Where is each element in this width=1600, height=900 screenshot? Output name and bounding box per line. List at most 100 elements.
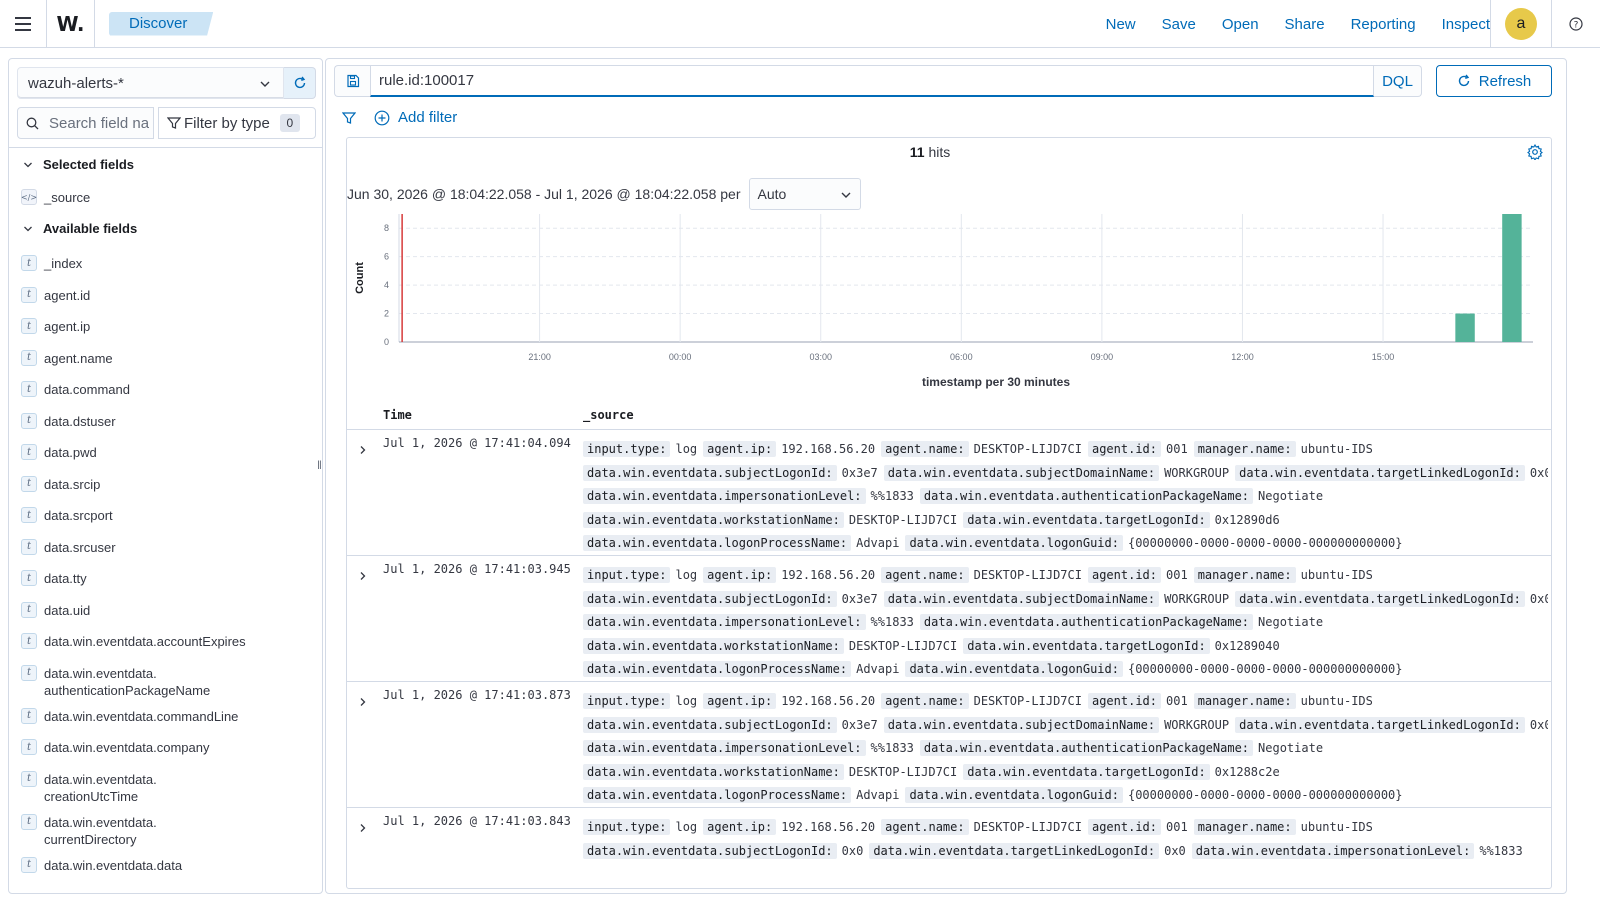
source-field-key: data.win.eventdata.subjectLogonId: (583, 590, 837, 607)
source-field-value: DESKTOP-LIJD7CI (973, 442, 1082, 456)
available-field-item[interactable]: t agent.id (21, 286, 90, 304)
nav-new[interactable]: New (1106, 16, 1136, 33)
source-field-key: data.win.eventdata.authenticationPackage… (919, 488, 1254, 504)
help-button[interactable]: ? (1552, 0, 1600, 48)
source-field-key: agent.name: (881, 693, 969, 709)
source-field-pair: data.win.eventdata.authenticationPackage… (919, 740, 1323, 756)
source-field-value: 0x0 (841, 843, 864, 858)
source-field-value: WORKGROUP (1164, 591, 1230, 606)
column-header-source[interactable]: _source (583, 408, 634, 422)
x-tick-label: 15:00 (1372, 352, 1395, 362)
index-refresh-button[interactable] (284, 67, 316, 99)
string-type-icon: t (21, 538, 37, 555)
y-tick-label: 4 (384, 280, 389, 290)
source-field-key: manager.name: (1193, 567, 1296, 583)
source-line: data.win.eventdata.impersonationLevel:%%… (583, 611, 1548, 635)
source-field-value: %%1833 (1479, 843, 1523, 858)
nav-open[interactable]: Open (1222, 16, 1259, 33)
chevron-down-icon (260, 81, 270, 87)
breadcrumb-discover[interactable]: Discover (109, 11, 214, 36)
available-field-item[interactable]: t agent.name (21, 349, 113, 367)
available-field-item[interactable]: t data.win.eventdata.company (21, 739, 210, 756)
source-field-key: data.win.eventdata.impersonationLevel: (583, 740, 866, 756)
source-field-value: {00000000-0000-0000-0000-000000000000} (1127, 662, 1403, 676)
query-language-toggle[interactable]: DQL (1374, 65, 1422, 97)
source-field-pair: data.win.eventdata.authenticationPackage… (919, 488, 1323, 504)
available-field-item[interactable]: t data.srcport (21, 507, 113, 524)
field-name: agent.id (44, 287, 90, 304)
available-field-item[interactable]: t data.win.eventdata.data (21, 856, 182, 874)
chart-options-button[interactable] (1527, 143, 1543, 163)
available-field-item[interactable]: t data.pwd (21, 444, 97, 461)
field-name: _index (44, 255, 82, 272)
source-field-key: agent.ip: (703, 819, 777, 835)
avatar[interactable]: a (1505, 8, 1537, 40)
source-field-value: 0x0 (1529, 717, 1548, 732)
available-field-item[interactable]: t agent.ip (21, 318, 90, 335)
sidebar-divider (9, 147, 322, 148)
field-name: _source (44, 190, 91, 205)
saved-query-button[interactable] (334, 65, 370, 97)
source-field-pair: input.type: log (583, 693, 697, 709)
source-field-key: data.win.eventdata.subjectLogonId: (583, 716, 837, 733)
source-field-pair: data.win.eventdata.logonProcessName: Adva… (583, 661, 899, 677)
available-field-item[interactable]: t data.win.eventdata. authenticationPackag… (21, 664, 210, 699)
save-icon (346, 74, 359, 88)
field-name: data.win.eventdata.commandLine (44, 708, 238, 725)
field-search-row: Search field names Filter by type 0 (17, 107, 316, 139)
expand-row-button[interactable] (355, 694, 371, 710)
row-timestamp: Jul 1, 2026 @ 17:41:03.873 (383, 688, 571, 702)
filter-icon[interactable] (342, 111, 356, 125)
available-field-item[interactable]: t data.uid (21, 601, 90, 619)
source-field-pair: agent.name: DESKTOP-LIJD7CI (881, 441, 1082, 457)
available-field-item[interactable]: t data.command (21, 381, 130, 398)
user-menu[interactable]: a (1490, 0, 1552, 48)
available-field-item[interactable]: t data.srcuser (21, 538, 116, 556)
filter-icon (167, 117, 181, 129)
expand-row-button[interactable] (355, 568, 371, 584)
nav-reporting[interactable]: Reporting (1351, 16, 1416, 33)
available-field-item[interactable]: t data.win.eventdata. creationUtcTime (21, 770, 157, 805)
source-line: data.win.eventdata.workstationName: DESKT… (583, 635, 1548, 659)
available-field-item[interactable]: t data.win.eventdata.accountExpires (21, 633, 246, 650)
selected-fields-toggle[interactable]: Selected fields (23, 157, 134, 172)
source-line: input.type: log agent.ip: 192.168.56.20 agen… (583, 438, 1548, 462)
string-type-icon: t (21, 318, 37, 334)
field-name: agent.ip (44, 318, 90, 335)
expand-row-button[interactable] (355, 442, 371, 458)
available-field-item[interactable]: t data.win.eventdata.commandLine (21, 707, 238, 725)
row-source: input.type: log agent.ip: 192.168.56.20 agen… (583, 438, 1548, 556)
source-field-value: Advapi (856, 536, 900, 550)
nav-save[interactable]: Save (1162, 16, 1196, 33)
source-field-value: %%1833 (870, 741, 914, 755)
nav-share[interactable]: Share (1285, 16, 1325, 33)
menu-toggle-button[interactable] (0, 0, 47, 48)
refresh-button[interactable]: Refresh (1436, 65, 1552, 97)
index-pattern-select[interactable]: wazuh-alerts-* (17, 67, 284, 99)
results-table-body: Jul 1, 2026 @ 17:41:04.094 input.type: log… (347, 430, 1551, 888)
add-filter-button[interactable]: Add filter (374, 109, 457, 126)
available-fields-toggle[interactable]: Available fields (23, 221, 137, 236)
field-name: data.srcport (44, 507, 113, 524)
column-header-time[interactable]: Time (383, 408, 412, 422)
source-field-pair: agent.ip: 192.168.56.20 (703, 693, 875, 709)
source-line: input.type: log agent.ip: 192.168.56.20 agen… (583, 816, 1548, 840)
available-field-item[interactable]: t data.dstuser (21, 412, 116, 430)
field-search-input[interactable]: Search field names (17, 107, 154, 139)
filter-by-type-button[interactable]: Filter by type 0 (158, 107, 316, 139)
field-name-part: data.srcport (44, 508, 113, 523)
source-field-key: data.win.eventdata.targetLogonId: (963, 637, 1210, 654)
string-type-icon: t (21, 444, 37, 460)
sidebar-resize-handle[interactable]: ‖ (317, 458, 323, 472)
row-source: input.type: log agent.ip: 192.168.56.20 agen… (583, 564, 1548, 682)
expand-row-button[interactable] (355, 820, 371, 836)
source-field-key: agent.name: (881, 567, 969, 583)
available-field-item[interactable]: t data.tty (21, 570, 87, 587)
nav-inspect[interactable]: Inspect (1442, 16, 1490, 33)
available-field-item[interactable]: t _index (21, 255, 82, 272)
selected-field-source[interactable]: </> _source (21, 189, 90, 206)
available-field-item[interactable]: t data.win.eventdata. currentDirectory (21, 813, 157, 848)
query-input[interactable]: rule.id:100017 (370, 65, 1374, 97)
wazuh-logo[interactable]: W. (47, 0, 95, 48)
available-field-item[interactable]: t data.srcip (21, 475, 100, 493)
